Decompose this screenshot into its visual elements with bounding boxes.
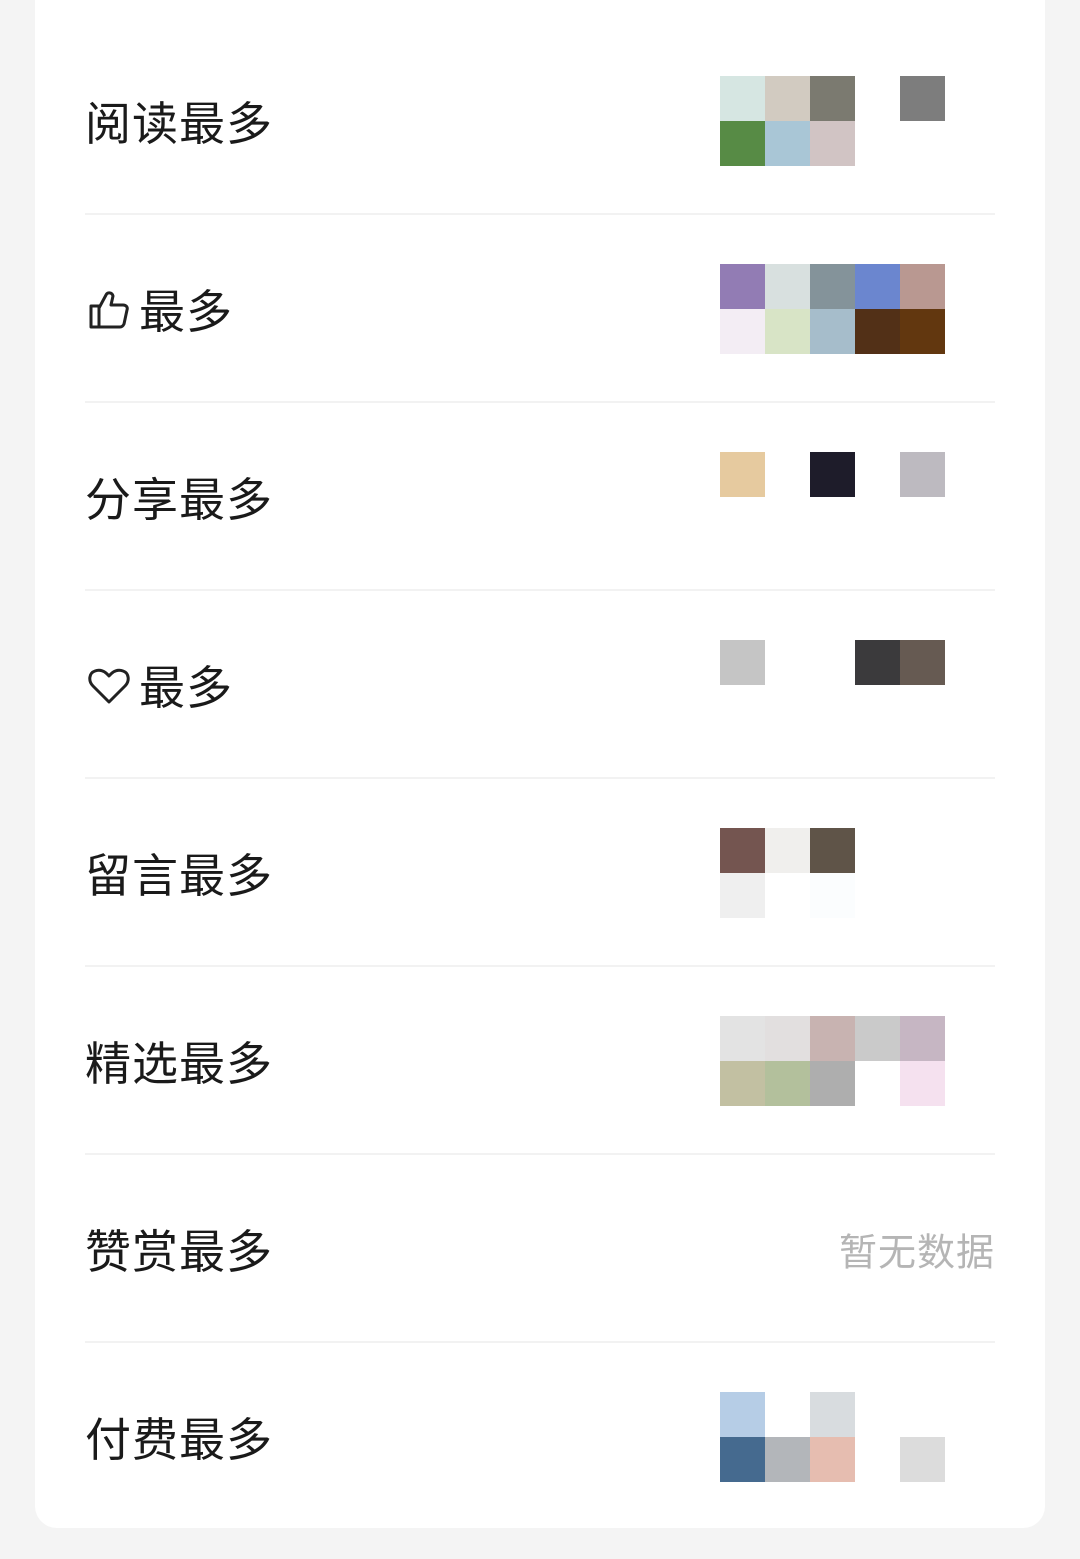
stat-row-label: 阅读最多 [85,88,273,154]
mosaic-cell [900,1061,945,1106]
no-data-text: 暂无数据 [838,1230,995,1275]
mosaic-cell [810,121,855,166]
mosaic-cell [810,1061,855,1106]
stat-row[interactable]: 最多 [35,591,1045,779]
mosaic-cell [720,452,765,497]
mosaic-cell [720,1016,765,1061]
mosaic-cell [900,1437,945,1482]
mosaic-cell [810,309,855,354]
blurred-avatars [720,1392,945,1482]
blurred-avatars [720,1016,945,1106]
stat-row-label-text: 精选最多 [85,1037,273,1091]
mosaic-cell [900,76,945,121]
mosaic-cell [720,640,765,685]
stat-row-label-text: 分享最多 [85,473,273,527]
stat-row[interactable]: 赞赏最多 暂无数据 [35,1155,1045,1343]
mosaic-cell [765,264,810,309]
heart-icon [85,661,139,709]
blurred-avatars [720,76,945,166]
mosaic-cell [810,828,855,873]
stat-row-label-text: 阅读最多 [85,97,273,151]
stat-row-label: 最多 [85,652,233,718]
thumbs-up-icon [85,285,139,333]
blurred-avatars [720,828,945,918]
mosaic-cell [810,1016,855,1061]
stat-row-label: 最多 [85,276,233,342]
stat-row-label: 赞赏最多 [85,1216,273,1282]
stat-row-label-text: 最多 [139,661,233,715]
mosaic-cell [720,1061,765,1106]
mosaic-cell [810,76,855,121]
stat-row-label: 留言最多 [85,840,273,906]
mosaic-cell [765,828,810,873]
mosaic-cell [720,1392,765,1437]
mosaic-cell [855,640,900,685]
mosaic-cell [810,873,855,918]
mosaic-cell [900,1016,945,1061]
mosaic-cell [765,1061,810,1106]
stat-row[interactable]: 阅读最多 [35,27,1045,215]
mosaic-cell [720,309,765,354]
mosaic-cell [855,264,900,309]
blurred-avatars [720,452,945,542]
mosaic-cell [900,452,945,497]
stat-row[interactable]: 付费最多 [35,1343,1045,1531]
mosaic-cell [720,264,765,309]
mosaic-cell [810,452,855,497]
stat-row[interactable]: 分享最多 [35,403,1045,591]
stat-row-label: 精选最多 [85,1028,273,1094]
stat-row[interactable]: 留言最多 [35,779,1045,967]
stat-row-label-text: 赞赏最多 [85,1225,273,1279]
mosaic-cell [720,828,765,873]
mosaic-cell [855,1016,900,1061]
mosaic-cell [900,309,945,354]
mosaic-cell [720,873,765,918]
stat-row-label-text: 付费最多 [85,1413,273,1467]
mosaic-cell [855,309,900,354]
blurred-avatars [720,640,945,730]
stat-row-label-text: 留言最多 [85,849,273,903]
mosaic-cell [810,1392,855,1437]
stat-row-label-text: 最多 [139,285,233,339]
mosaic-cell [720,121,765,166]
mosaic-cell [765,1437,810,1482]
mosaic-cell [900,640,945,685]
mosaic-cell [810,1437,855,1482]
stat-row[interactable]: 最多 [35,215,1045,403]
mosaic-cell [810,264,855,309]
mosaic-cell [765,121,810,166]
mosaic-cell [900,264,945,309]
mosaic-cell [720,1437,765,1482]
stat-row[interactable]: 精选最多 [35,967,1045,1155]
stats-card: 阅读最多 最多 分享最多 最多 留言最多 精选最多 赞赏最多 暂无数据 付费最多 [35,0,1045,1528]
mosaic-cell [765,309,810,354]
mosaic-cell [765,1016,810,1061]
blurred-avatars [720,264,945,354]
mosaic-cell [765,76,810,121]
stat-row-label: 分享最多 [85,464,273,530]
mosaic-cell [720,76,765,121]
stat-row-label: 付费最多 [85,1404,273,1470]
